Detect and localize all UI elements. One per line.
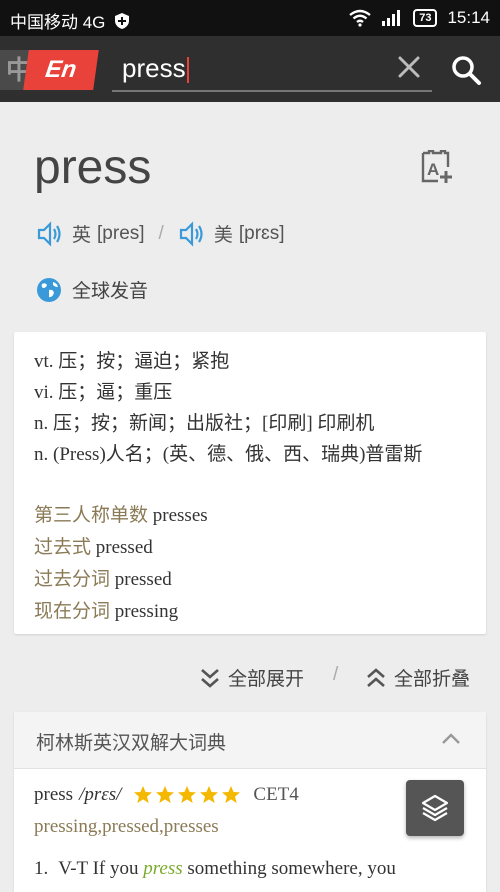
text-cursor xyxy=(186,57,189,84)
star-icon xyxy=(222,786,241,803)
collapse-all-button[interactable]: 全部折叠 xyxy=(366,664,470,691)
search-icon[interactable] xyxy=(450,54,482,86)
toggle-separator: / xyxy=(333,664,339,685)
speaker-icon[interactable] xyxy=(178,220,204,247)
globe-icon xyxy=(37,277,61,302)
pron-separator: / xyxy=(158,222,164,244)
wifi-icon xyxy=(349,9,371,27)
shield-icon xyxy=(115,12,130,29)
definition-line: vi. 压；逼；重压 xyxy=(34,382,173,403)
star-icon xyxy=(178,786,197,803)
speaker-icon[interactable] xyxy=(36,220,62,247)
word-form: 第三人称单数 presses xyxy=(34,505,208,526)
star-icon xyxy=(134,786,153,803)
expand-all-button[interactable]: 全部展开 xyxy=(200,664,304,691)
pronunciation-row: 英 [pres] / 美 [prɛs] xyxy=(36,220,285,247)
search-input[interactable]: press xyxy=(112,48,432,92)
language-switch-button[interactable]: 中 En xyxy=(0,46,100,94)
word-form-link[interactable]: pressing xyxy=(115,601,178,622)
collins-inflections: pressing,pressed,presses xyxy=(34,816,219,837)
us-phonetic: [prɛs] xyxy=(238,222,285,244)
word-form: 过去分词 pressed xyxy=(34,569,172,590)
uk-phonetic: [pres] xyxy=(97,222,145,244)
global-pron-label: 全球发音 xyxy=(72,281,149,302)
signal-icon xyxy=(382,10,401,26)
collins-dictionary-card: 柯林斯英汉双解大词典 press /prɛs/ CET4 pressing,pr… xyxy=(14,712,486,892)
collins-headword-row: press /prɛs/ CET4 xyxy=(34,784,299,806)
collins-title: 柯林斯英汉双解大词典 xyxy=(36,733,227,754)
close-icon[interactable] xyxy=(396,54,422,80)
highlighted-word: press xyxy=(143,858,183,879)
search-bar: 中 En press xyxy=(0,36,500,102)
definition-line: n. 压；按；新闻；出版社；[印刷] 印刷机 xyxy=(34,413,375,434)
us-label: 美 xyxy=(213,225,233,246)
star-rating xyxy=(133,785,241,805)
svg-text:A: A xyxy=(427,160,439,179)
collins-header[interactable]: 柯林斯英汉双解大词典 xyxy=(14,712,486,769)
status-bar: 中国移动 4G 73 15:14 xyxy=(0,0,500,36)
word-form: 过去式 pressed xyxy=(34,537,153,558)
double-chevron-down-icon xyxy=(201,668,219,688)
definition-line: vt. 压；按；逼迫；紧抱 xyxy=(34,351,230,372)
double-chevron-up-icon xyxy=(367,667,385,687)
layers-icon xyxy=(421,794,449,822)
add-to-wordbook-icon[interactable]: A xyxy=(420,150,454,186)
collins-headword: press xyxy=(34,784,74,805)
collins-example: 1. V-T If you press something somewhere, … xyxy=(34,858,396,879)
collins-phonetic: /prɛs/ xyxy=(79,784,122,805)
definition-line: n. (Press)人名；(英、德、俄、西、瑞典)普雷斯 xyxy=(34,444,423,465)
word-form: 现在分词 pressing xyxy=(34,601,179,622)
definition-card: vt. 压；按；逼迫；紧抱 vi. 压；逼；重压 n. 压；按；新闻；出版社；[… xyxy=(14,332,486,634)
word-title: press xyxy=(34,141,152,194)
chevron-up-icon[interactable] xyxy=(440,730,462,748)
global-pronunciation-link[interactable]: 全球发音 xyxy=(36,276,148,303)
word-form-link[interactable]: pressed xyxy=(96,537,153,558)
search-query: press xyxy=(122,53,186,83)
layers-button[interactable] xyxy=(406,780,464,836)
word-form-link[interactable]: pressed xyxy=(115,569,172,590)
word-form-link[interactable]: presses xyxy=(153,505,208,526)
carrier-label: 中国移动 4G xyxy=(10,13,106,32)
star-icon xyxy=(200,786,219,803)
battery-icon: 73 xyxy=(413,9,438,27)
star-icon xyxy=(156,786,175,803)
level-badge: CET4 xyxy=(253,784,299,805)
lang-en-label: En xyxy=(23,50,99,90)
clock: 15:14 xyxy=(447,8,490,27)
uk-label: 英 xyxy=(72,225,92,246)
